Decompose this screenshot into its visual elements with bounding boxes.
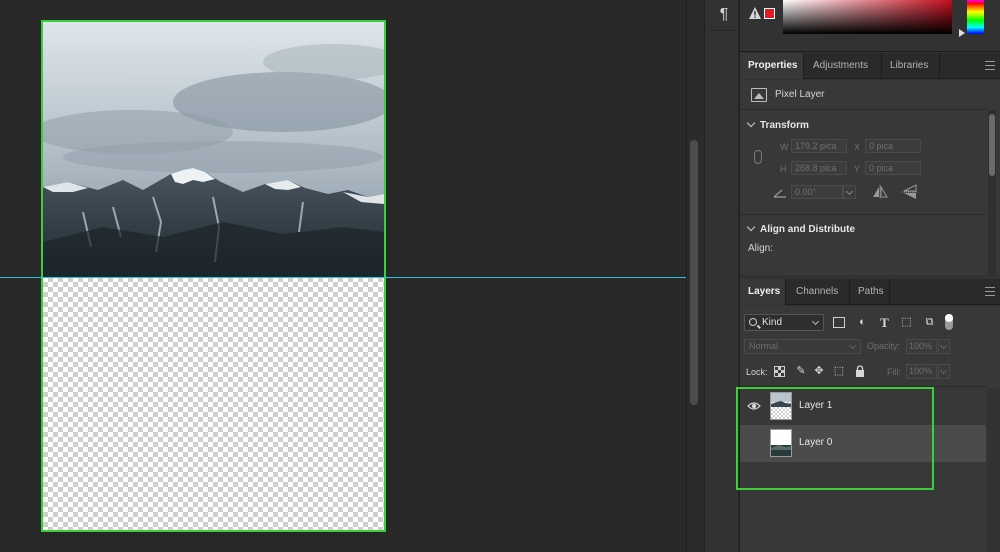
angle-field[interactable]: 0.00° xyxy=(791,185,843,199)
opacity-field[interactable]: 100% xyxy=(906,339,937,354)
tab-paths[interactable]: Paths xyxy=(850,279,892,305)
chevron-down-icon xyxy=(811,317,820,326)
y-field[interactable]: 0 pica xyxy=(865,161,921,175)
canvas-scrollbar-thumb[interactable] xyxy=(690,140,698,405)
transform-heading: Transform xyxy=(760,120,809,131)
layer-type-label: Pixel Layer xyxy=(775,89,825,100)
align-section-header[interactable]: Align and Distribute xyxy=(746,222,855,235)
tab-layers[interactable]: Layers xyxy=(740,279,786,305)
width-field[interactable]: 179.2 pica xyxy=(791,139,847,153)
properties-tab-bar: Properties Adjustments Libraries xyxy=(740,53,1000,79)
pixel-filter-icon[interactable] xyxy=(833,317,845,328)
layer-0-thumbnail-image xyxy=(771,430,791,456)
layers-tab-bar: Layers Channels Paths xyxy=(740,279,1000,305)
type-filter-icon[interactable]: T xyxy=(878,316,891,329)
right-panels: Properties Adjustments Libraries Pixel L… xyxy=(739,0,1000,552)
hue-slider-arrow-icon[interactable] xyxy=(959,29,965,37)
height-field[interactable]: 268.8 pica xyxy=(791,161,847,175)
layer-row-layer-0[interactable]: Layer 0 xyxy=(740,425,986,462)
visibility-toggle[interactable] xyxy=(747,436,760,449)
x-label: X xyxy=(854,142,861,152)
hue-slider[interactable] xyxy=(967,0,984,34)
layer-1-thumbnail xyxy=(770,392,792,420)
layers-scrollbar[interactable] xyxy=(987,388,1000,552)
shape-filter-icon[interactable]: ⬚ xyxy=(900,316,913,329)
flip-vertical-icon[interactable] xyxy=(902,184,918,200)
image-icon xyxy=(751,88,767,102)
height-label: H xyxy=(780,164,787,174)
chevron-down-icon xyxy=(746,222,756,232)
horizontal-guide[interactable] xyxy=(0,277,688,278)
align-heading: Align and Distribute xyxy=(760,224,855,235)
canvas-area[interactable] xyxy=(0,0,688,552)
chevron-down-icon xyxy=(848,341,857,350)
transform-section-header[interactable]: Transform xyxy=(746,118,809,131)
layer-type-row: Pixel Layer xyxy=(740,80,986,110)
divider xyxy=(740,386,986,387)
opacity-dropdown[interactable] xyxy=(938,339,950,354)
align-label: Align: xyxy=(748,243,774,254)
layers-body: Kind ◐ T ⬚ ⧉ Normal Opacity: 100% Lock: … xyxy=(740,306,1000,552)
adjustment-filter-icon[interactable]: ◐ xyxy=(856,316,869,329)
chevron-down-icon xyxy=(939,341,948,350)
chevron-down-icon xyxy=(746,118,756,128)
search-icon xyxy=(749,318,757,326)
blend-mode-select[interactable]: Normal xyxy=(744,339,861,354)
panel-menu-icon[interactable] xyxy=(985,287,995,296)
angle-icon xyxy=(773,189,786,198)
color-field[interactable] xyxy=(783,0,952,34)
lock-all-icon[interactable] xyxy=(854,365,866,377)
gamut-color-swatch[interactable] xyxy=(764,8,775,19)
lock-paint-icon[interactable]: ✎ xyxy=(795,365,807,377)
layer-1-image[interactable] xyxy=(43,22,384,277)
layer-name[interactable]: Layer 1 xyxy=(799,400,832,411)
smart-object-filter-icon[interactable]: ⧉ xyxy=(923,316,936,329)
divider xyxy=(740,214,986,215)
fill-label: Fill: xyxy=(887,367,901,377)
paragraph-icon[interactable]: ¶ xyxy=(713,4,735,26)
panel-menu-icon[interactable] xyxy=(985,61,995,70)
filter-toggle[interactable] xyxy=(945,314,953,330)
tab-channels[interactable]: Channels xyxy=(788,279,846,305)
layer-row-layer-1[interactable]: Layer 1 xyxy=(740,388,986,425)
layers-list: Layer 1 Layer 0 xyxy=(740,388,986,552)
transparent-area[interactable] xyxy=(43,277,384,530)
width-label: W xyxy=(780,142,789,152)
tab-divider xyxy=(939,53,940,79)
flip-horizontal-icon[interactable] xyxy=(871,185,889,199)
properties-scrollbar-thumb[interactable] xyxy=(989,114,995,176)
layer-name[interactable]: Layer 0 xyxy=(799,437,832,448)
fill-dropdown[interactable] xyxy=(938,364,950,379)
tab-libraries[interactable]: Libraries xyxy=(882,53,936,79)
link-icon[interactable] xyxy=(754,150,762,164)
tab-adjustments[interactable]: Adjustments xyxy=(805,53,876,79)
mountain-photo xyxy=(43,22,384,277)
properties-body: Pixel Layer Transform W 179.2 pica X 0 p… xyxy=(740,80,1000,275)
lock-artboard-icon[interactable]: ⬚ xyxy=(833,365,845,377)
divider xyxy=(709,30,735,31)
x-field[interactable]: 0 pica xyxy=(865,139,921,153)
blend-mode-value: Normal xyxy=(749,341,779,351)
lock-label: Lock: xyxy=(746,367,768,377)
chevron-down-icon xyxy=(939,366,948,375)
tab-divider xyxy=(889,279,890,305)
angle-dropdown[interactable] xyxy=(843,185,856,199)
lock-transparency-icon[interactable] xyxy=(774,366,785,377)
collapsed-panel-column: ¶ xyxy=(704,0,738,552)
color-panel xyxy=(740,0,1000,52)
warning-icon[interactable] xyxy=(748,6,762,20)
lock-position-icon[interactable]: ✥ xyxy=(813,365,825,377)
layer-1-thumbnail-image xyxy=(771,393,791,419)
layer-0-thumbnail xyxy=(770,429,792,457)
eye-icon[interactable] xyxy=(747,399,761,413)
kind-filter-select[interactable]: Kind xyxy=(744,314,824,331)
y-label: Y xyxy=(854,164,861,174)
kind-filter-label: Kind xyxy=(762,317,783,328)
opacity-label: Opacity: xyxy=(867,341,901,351)
fill-field[interactable]: 100% xyxy=(906,364,937,379)
tab-properties[interactable]: Properties xyxy=(740,53,804,79)
